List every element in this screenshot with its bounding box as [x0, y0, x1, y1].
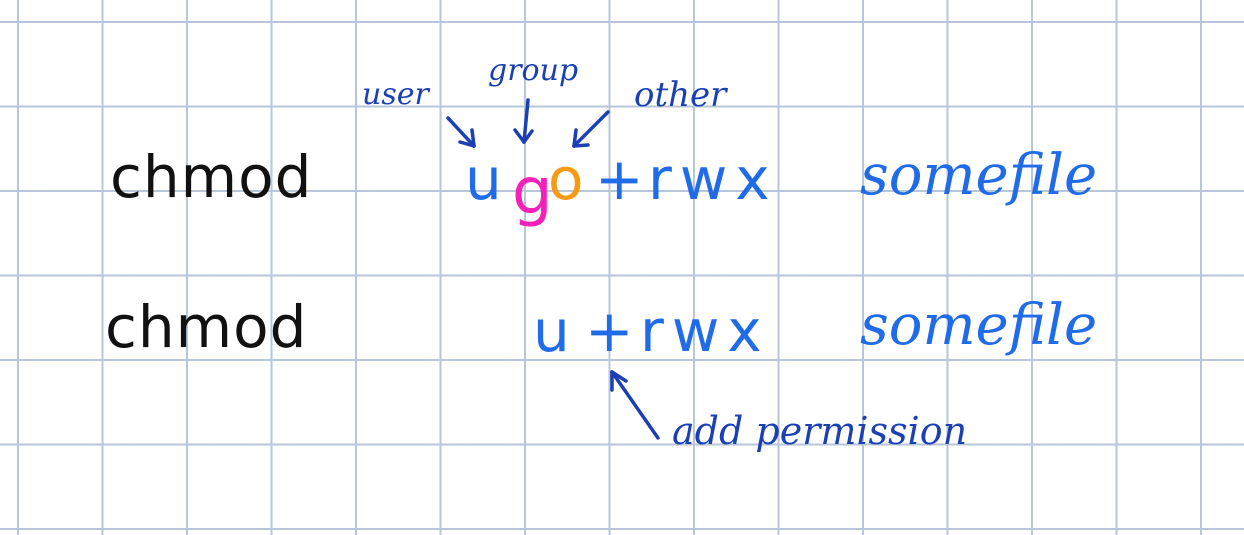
- arrow-other: [572, 110, 610, 148]
- arrow-user: [446, 116, 476, 148]
- arrow-group: [513, 98, 534, 144]
- arrow-add-permission: [610, 370, 660, 440]
- annotation-arrows: [446, 98, 660, 440]
- grid-paper: chmod u g o + rwx somefile user group ot…: [0, 0, 1244, 535]
